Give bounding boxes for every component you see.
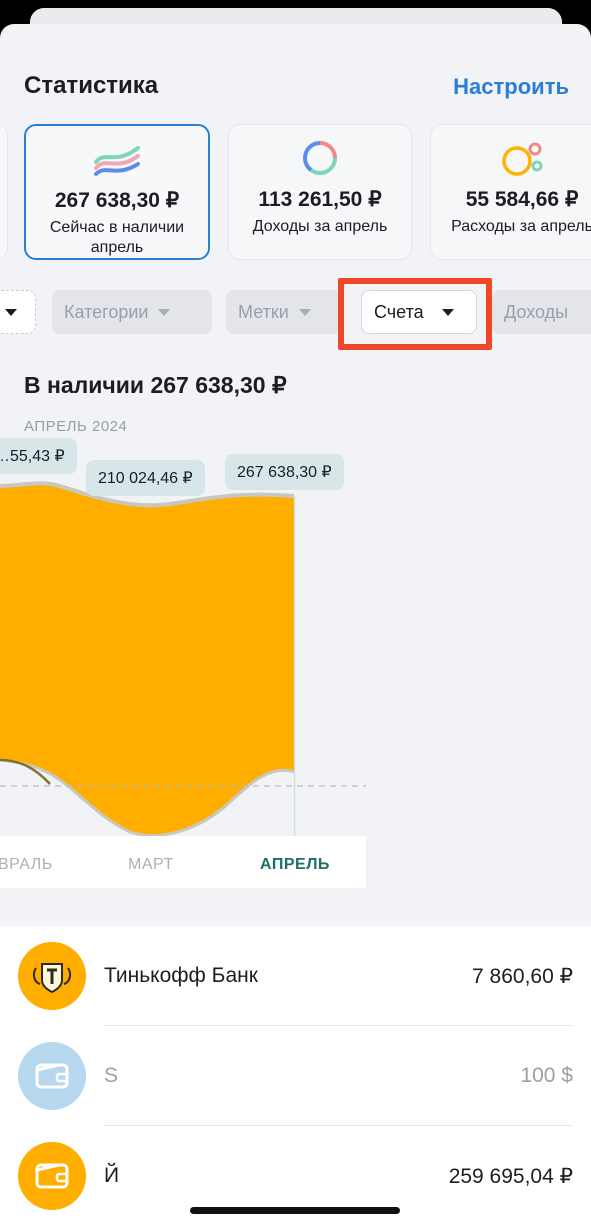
account-row[interactable]: Тинькофф Банк 7 860,60 ₽ [0,926,591,1026]
account-balance: 7 860,60 ₽ [472,965,573,988]
account-name: Тинькофф Банк [104,964,258,987]
home-indicator[interactable] [190,1207,400,1214]
chart-tooltip: 210 024,46 ₽ [86,460,205,496]
axis-label-apr[interactable]: АПРЕЛЬ [260,856,330,874]
accounts-list: Тинькофф Банк 7 860,60 ₽ S 100 $ Й 259 6… [0,926,591,1226]
account-balance: 100 $ [520,1064,573,1087]
wallet-icon [18,1042,86,1110]
account-row[interactable]: S 100 $ [0,1026,591,1126]
chart-tooltip: 267 638,30 ₽ [225,454,344,490]
axis-label-feb[interactable]: ВРАЛЬ [0,856,53,874]
chart-tooltip: …55,43 ₽ [0,438,77,474]
chart-area-fill [0,483,294,836]
account-balance: 259 695,04 ₽ [448,1165,573,1188]
tinkoff-logo-icon [18,942,86,1010]
account-name: S [104,1064,119,1087]
account-name: Й [104,1164,120,1187]
statistics-sheet: Статистика Настроить 267 638,30 ₽ Сейчас… [0,24,591,1226]
wallet-icon [18,1142,86,1210]
axis-label-mar[interactable]: МАРТ [128,856,174,874]
